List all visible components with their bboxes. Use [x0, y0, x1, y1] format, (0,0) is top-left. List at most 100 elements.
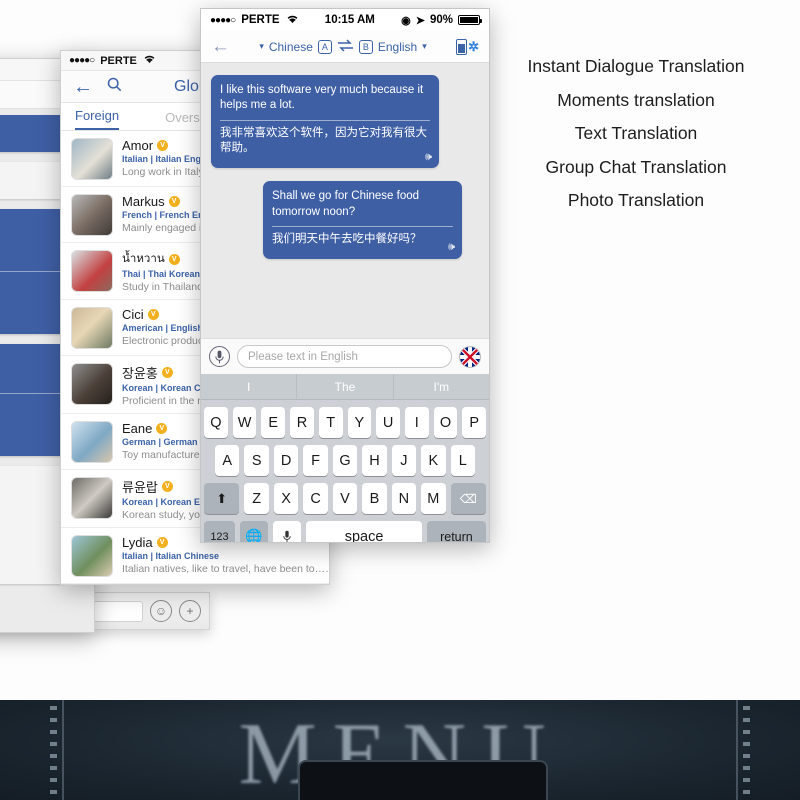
banner-panel [298, 760, 548, 800]
message-bubble[interactable]: Shall we go for Chinese food tomorrow no… [263, 181, 462, 259]
key-p[interactable]: P [462, 407, 487, 438]
key-j[interactable]: J [391, 445, 417, 476]
keyboard-suggestion-bar: I The I'm [201, 374, 489, 400]
key-v[interactable]: V [332, 483, 358, 514]
key-g[interactable]: G [332, 445, 358, 476]
microphone-icon[interactable] [209, 346, 230, 367]
bubble-en: a smart w [0, 167, 62, 181]
key-r[interactable]: R [290, 407, 314, 438]
verified-badge-icon: V [147, 309, 159, 320]
key-k[interactable]: K [421, 445, 446, 476]
front-phone-status-bar: ●●●●○ PERTE 10:15 AM ◉ ➤ 90% [201, 9, 489, 31]
translation-message-list: I like this software very much because i… [201, 63, 489, 338]
key-h[interactable]: H [362, 445, 387, 476]
device-battery-icon [456, 38, 468, 55]
contact-name: Markus [122, 194, 165, 209]
location-arrow-icon: ➤ [415, 14, 425, 27]
uk-flag-icon[interactable] [459, 345, 481, 368]
plus-circle-icon[interactable]: + [179, 600, 201, 622]
feature-item-2: Moments translation [557, 89, 715, 110]
contact-name: น้ำหวาน [122, 253, 165, 265]
message-translated-text: 我们明天中午去吃中餐好吗？ [272, 232, 422, 245]
speaker-waves-icon[interactable]: 🕪 [425, 150, 432, 165]
key-b[interactable]: B [362, 483, 387, 514]
key-d[interactable]: D [273, 445, 299, 476]
bubble-en: e I'm here 'e can mee n the third [0, 484, 62, 525]
suggestion-1[interactable]: I [201, 374, 296, 399]
signal-dots-icon: ●●●●○ [69, 55, 95, 66]
alarm-icon: ◉ [401, 14, 411, 27]
key-l[interactable]: L [450, 445, 475, 476]
search-icon[interactable] [107, 77, 122, 97]
globe-icon[interactable]: 🌐 [239, 521, 269, 542]
back-arrow-icon[interactable]: ← [73, 77, 93, 97]
bubble-en: manufact art weara [0, 289, 68, 316]
emoji-face-icon[interactable]: ☺ [150, 600, 172, 622]
back-arrow-icon[interactable]: ← [211, 37, 230, 56]
bubble-en: u at the ex onvenient [0, 410, 64, 437]
speaker-waves-icon[interactable]: 🕪 [448, 240, 455, 255]
avatar [71, 535, 113, 577]
language-pair-selector[interactable]: ▾ Chinese A B English ▾ [236, 38, 450, 55]
key-z[interactable]: Z [244, 483, 269, 514]
suggestion-2[interactable]: The [296, 374, 392, 399]
left-lang-chevron-icon[interactable]: ▾ [259, 41, 264, 52]
message-input-bar: Please text in English [201, 338, 489, 374]
bubble-cn: 销售智能穿 [0, 120, 66, 134]
avatar [71, 477, 113, 519]
key-n[interactable]: N [391, 483, 417, 514]
page-stage: ☺ + 10: Ab 销售智能穿 you selling a smart w 一… [0, 0, 800, 800]
message-text-input[interactable]: Please text in English [237, 345, 452, 368]
key-y[interactable]: Y [347, 407, 372, 438]
backspace-icon[interactable]: ⌫ [450, 483, 486, 514]
key-o[interactable]: O [433, 407, 458, 438]
key-m[interactable]: M [421, 483, 446, 514]
key-x[interactable]: X [273, 483, 299, 514]
space-key[interactable]: space [306, 521, 422, 542]
right-lang-chevron-icon[interactable]: ▾ [422, 41, 427, 52]
message-bubble[interactable]: I like this software very much because i… [211, 75, 439, 169]
suggestion-3[interactable]: I'm [392, 374, 489, 399]
feature-list: Instant Dialogue Translation Moments tra… [486, 56, 786, 226]
key-t[interactable]: T [318, 407, 343, 438]
shift-arrow-icon[interactable]: ⬆ [204, 483, 240, 514]
bubble-divider [220, 119, 430, 121]
key-i[interactable]: I [404, 407, 429, 438]
message-source-text: Shall we go for Chinese food tomorrow no… [272, 190, 420, 218]
key-a[interactable]: A [215, 445, 240, 476]
bubble-cn: 展会现场呢 [0, 363, 64, 377]
key-w[interactable]: W [232, 407, 257, 438]
numeric-mode-key[interactable]: 123 [204, 521, 235, 542]
avatar [71, 250, 113, 292]
keyboard-row-3: ⬆ Z X C V B N M ⌫ [201, 483, 489, 514]
key-q[interactable]: Q [203, 407, 228, 438]
verified-badge-icon: V [161, 367, 173, 378]
source-language-label: Chinese [268, 39, 313, 54]
keyboard-row-1: Q W E R T Y U I O P [201, 407, 489, 438]
verified-badge-icon: V [157, 140, 169, 151]
front-phone-battery-pct: 90% [429, 14, 453, 26]
return-key[interactable]: return [426, 521, 486, 542]
avatar [71, 307, 113, 349]
bluetooth-device-status[interactable]: ✲ [456, 38, 479, 55]
contact-name: Cici [122, 307, 144, 322]
verified-badge-icon: V [156, 537, 168, 548]
microphone-icon[interactable] [273, 521, 302, 542]
feature-item-1: Instant Dialogue Translation [527, 56, 745, 76]
key-s[interactable]: S [244, 445, 269, 476]
front-phone-translation-window: ●●●●○ PERTE 10:15 AM ◉ ➤ 90% ← ▾ Chinese… [200, 8, 490, 543]
feature-item-4: Group Chat Translation [545, 156, 727, 177]
key-u[interactable]: U [376, 407, 400, 438]
bubble-cn: 家，可以扫 M整机。 [0, 228, 68, 255]
contact-name: Lydia [122, 535, 153, 550]
bubble-en: you selling [0, 134, 66, 148]
key-e[interactable]: E [261, 407, 286, 438]
tab-foreign[interactable]: Foreign [75, 108, 120, 130]
contact-name: 장윤홍 [122, 366, 158, 381]
key-c[interactable]: C [303, 483, 328, 514]
key-f[interactable]: F [303, 445, 328, 476]
contact-name: Eane [122, 421, 153, 436]
swap-arrows-icon[interactable] [337, 38, 354, 55]
message-translated-text: 我非常喜欢这个软件，因为它对我有很大帮助。 [220, 126, 427, 155]
verified-badge-icon: V [156, 423, 168, 434]
